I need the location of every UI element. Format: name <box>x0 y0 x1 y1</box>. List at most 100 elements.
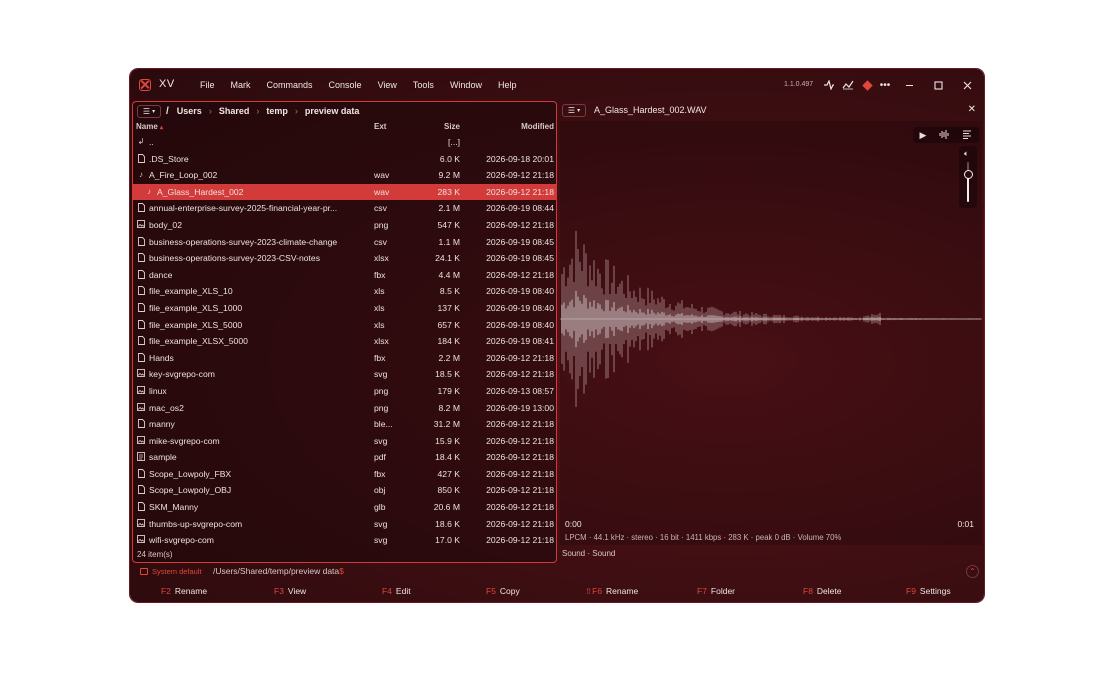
file-name: body_02 <box>149 219 182 230</box>
view-mode-button[interactable]: ☰ ▾ <box>137 104 161 118</box>
menu-window[interactable]: Window <box>442 80 490 90</box>
file-row[interactable]: Scope_Lowpoly_OBJ obj 850 K 2026-09-12 21:1… <box>133 482 556 499</box>
column-modified[interactable]: Modified <box>463 122 554 131</box>
file-modified: 2026-09-12 21:18 <box>486 452 554 463</box>
file-row[interactable]: body_02 png 547 K 2026-09-12 21:18 <box>133 217 556 234</box>
file-row[interactable]: dance fbx 4.4 M 2026-09-12 21:18 <box>133 267 556 284</box>
path-segment[interactable]: preview data <box>305 106 360 116</box>
file-name: .. <box>149 137 154 147</box>
file-ext: svg <box>374 435 388 446</box>
file-row[interactable]: Hands fbx 2.2 M 2026-09-12 21:18 <box>133 350 556 367</box>
minimize-icon[interactable] <box>901 77 917 93</box>
column-ext[interactable]: Ext <box>374 122 386 131</box>
file-row[interactable]: sample pdf 18.4 K 2026-09-12 21:18 <box>133 449 556 466</box>
shell-label[interactable]: System default <box>152 567 202 576</box>
file-name: Scope_Lowpoly_OBJ <box>149 485 232 496</box>
chart-icon[interactable] <box>841 78 855 92</box>
file-row[interactable]: file_example_XLS_1000 xls 137 K 2026-09-19 … <box>133 300 556 317</box>
file-ext: png <box>374 402 389 413</box>
file-name: business-operations-survey-2023-CSV-note… <box>149 253 321 264</box>
file-ext: xlsx <box>374 336 389 347</box>
image-icon <box>137 385 145 396</box>
column-size[interactable]: Size <box>408 122 460 131</box>
file-size: 2.2 M <box>438 352 461 363</box>
path-segment[interactable]: temp <box>266 106 288 116</box>
file-row[interactable]: key-svgrepo-com svg 18.5 K 2026-09-12 21:18 <box>133 366 556 383</box>
maximize-icon[interactable] <box>930 77 946 93</box>
menu-mark[interactable]: Mark <box>223 80 259 90</box>
fkey-copy[interactable]: F5 Copy <box>486 586 520 596</box>
file-size: 4.4 M <box>438 269 461 280</box>
menu-console[interactable]: Console <box>321 80 370 90</box>
fkey-label: Rename <box>606 586 639 596</box>
file-row[interactable]: linux png 179 K 2026-09-13 08:57 <box>133 383 556 400</box>
file-modified: 2026-09-12 21:18 <box>486 518 554 529</box>
parent-dir-row[interactable]: ↲ .. [...] <box>133 134 556 151</box>
file-row[interactable]: file_example_XLS_10 xls 8.5 K 2026-09-19 08… <box>133 283 556 300</box>
image-icon <box>137 402 145 413</box>
file-name: A_Fire_Loop_002 <box>149 170 218 181</box>
column-name-label: Name <box>136 122 158 131</box>
waveform-icon[interactable] <box>939 129 949 141</box>
file-ext: xls <box>374 302 385 313</box>
file-row[interactable]: business-operations-survey-2023-CSV-note… <box>133 250 556 267</box>
path-root[interactable]: / <box>166 106 169 117</box>
waveform[interactable] <box>560 181 982 456</box>
file-name: annual-enterprise-survey-2025-financial-… <box>149 203 338 214</box>
file-row[interactable]: thumbs-up-svgrepo-com svg 18.6 K 2026-09-12… <box>133 516 556 533</box>
file-row[interactable]: ♪ A_Glass_Hardest_002 wav 283 K 2026-09-12 2… <box>133 183 556 201</box>
file-name: file_example_XLS_5000 <box>149 319 243 330</box>
command-line[interactable]: System default /Users/Shared/temp/previe… <box>130 565 984 580</box>
breadcrumb: ☰ ▾ / Users › Shared › temp › preview dat… <box>133 102 556 120</box>
fkey-key: F8 <box>803 586 813 596</box>
file-row[interactable]: mac_os2 png 8.2 M 2026-09-19 13:00 <box>133 400 556 417</box>
fkey-edit[interactable]: F4 Edit <box>382 586 411 596</box>
file-modified: 2026-09-12 21:18 <box>486 502 554 513</box>
file-row[interactable]: SKM_Manny glb 20.6 M 2026-09-12 21:18 <box>133 499 556 516</box>
file-row[interactable]: business-operations-survey-2023-climate-… <box>133 234 556 251</box>
file-row[interactable]: manny ble... 31.2 M 2026-09-12 21:18 <box>133 416 556 433</box>
file-row[interactable]: file_example_XLS_5000 xls 657 K 2026-09-19 … <box>133 317 556 334</box>
git-icon[interactable] <box>860 78 874 92</box>
file-row[interactable]: wifi-svgrepo-com svg 17.0 K 2026-09-12 21:1… <box>133 532 556 549</box>
file-row[interactable]: Scope_Lowpoly_FBX fbx 427 K 2026-09-12 21:1… <box>133 466 556 483</box>
file-modified: 2026-09-19 13:00 <box>486 402 554 413</box>
compare-icon[interactable] <box>822 78 836 92</box>
menu-tools[interactable]: Tools <box>405 80 442 90</box>
file-icon <box>137 286 145 297</box>
file-size: 18.6 K <box>435 518 460 529</box>
close-preview-icon[interactable]: ✕ <box>968 104 976 115</box>
close-icon[interactable] <box>959 77 975 93</box>
list-icon: ☰ <box>567 105 576 115</box>
file-row[interactable]: file_example_XLSX_5000 xlsx 184 K 2026-09-1… <box>133 333 556 350</box>
file-row[interactable]: ♪ A_Fire_Loop_002 wav 9.2 M 2026-09-12 21:18 <box>133 167 556 184</box>
fkey-folder[interactable]: F7 Folder <box>697 586 735 596</box>
play-icon[interactable]: ▶ <box>920 130 927 141</box>
preview-view-button[interactable]: ☰ ▾ <box>562 103 586 117</box>
file-modified: 2026-09-12 21:18 <box>486 352 554 363</box>
file-ext: fbx <box>374 352 386 363</box>
fkey-settings[interactable]: F9 Settings <box>906 586 951 596</box>
fkey-label: Folder <box>710 586 736 596</box>
fkey-rename[interactable]: ⇧F6 Rename <box>585 586 638 597</box>
path-segment[interactable]: Users <box>177 106 202 116</box>
menu-commands[interactable]: Commands <box>259 80 321 90</box>
menu-view[interactable]: View <box>370 80 405 90</box>
path-segment[interactable]: Shared <box>219 106 250 116</box>
file-modified: 2026-09-19 08:40 <box>486 286 554 297</box>
volume-slider-knob[interactable] <box>963 169 973 179</box>
file-row[interactable]: annual-enterprise-survey-2025-financial-… <box>133 200 556 217</box>
file-row[interactable]: mike-svgrepo-com svg 15.9 K 2026-09-12 21:1… <box>133 433 556 450</box>
file-ext: png <box>374 219 389 230</box>
more-icon[interactable]: ••• <box>878 78 892 92</box>
file-ext: fbx <box>374 269 386 280</box>
fkey-delete[interactable]: F8 Delete <box>803 586 842 596</box>
fkey-rename[interactable]: F2 Rename <box>161 586 207 596</box>
fkey-view[interactable]: F3 View <box>274 586 306 596</box>
chevron-up-icon[interactable]: ⌃ <box>966 565 979 578</box>
column-name[interactable]: Name ▴ <box>136 122 163 131</box>
list-icon[interactable] <box>962 130 972 141</box>
menu-file[interactable]: File <box>192 80 223 90</box>
menu-help[interactable]: Help <box>490 80 525 90</box>
file-row[interactable]: .DS_Store 6.0 K 2026-09-18 20:01 <box>133 151 556 168</box>
